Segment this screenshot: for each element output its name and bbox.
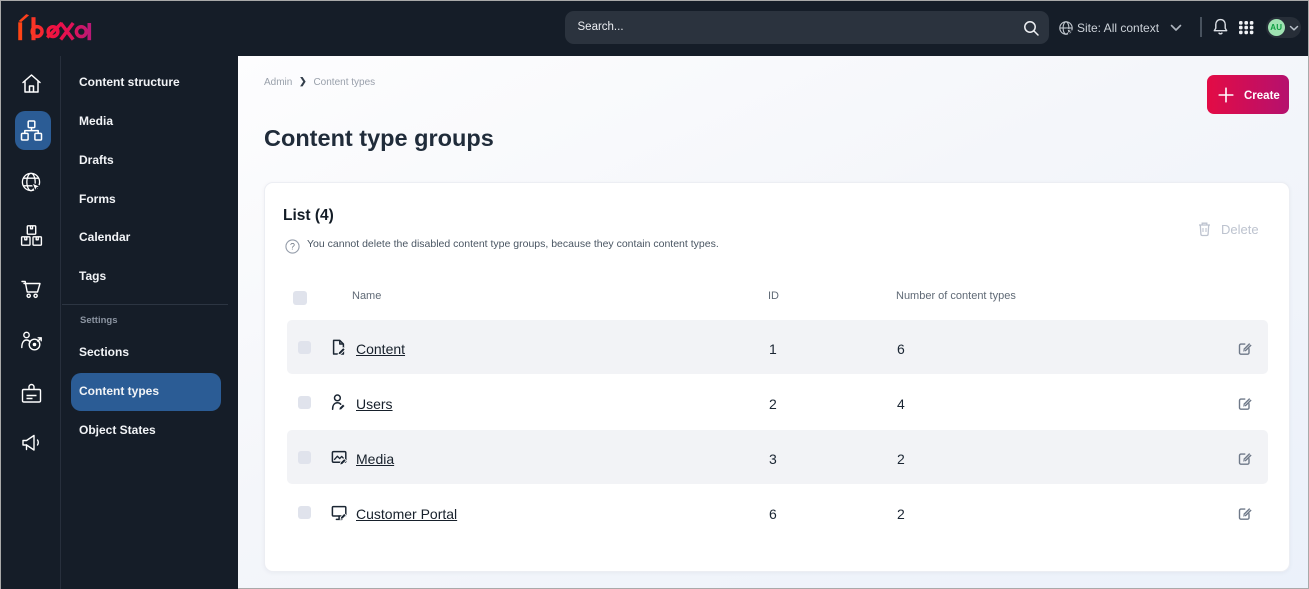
svg-text:?: ? [290,242,295,252]
